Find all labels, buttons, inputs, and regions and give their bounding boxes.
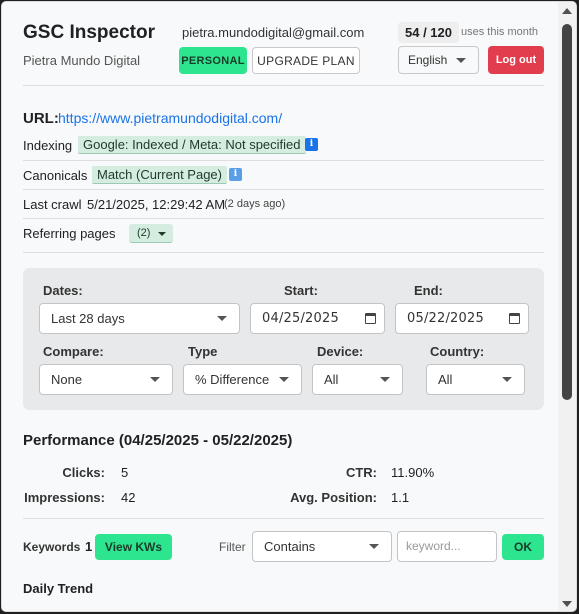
popup-content: GSC Inspector Pietra Mundo Digital pietr… <box>2 2 560 611</box>
calendar-icon[interactable] <box>509 313 520 324</box>
start-date-input[interactable]: 04/25/2025 <box>250 303 385 334</box>
ctr-label: CTR: <box>345 465 377 480</box>
keyword-filter-value: Contains <box>264 539 316 554</box>
plan-badge-label: PERSONAL <box>181 54 245 67</box>
divider <box>23 160 544 161</box>
scrollbar[interactable] <box>558 2 576 611</box>
start-date-label: Start: <box>284 283 318 298</box>
chevron-down-icon <box>369 544 379 549</box>
type-select[interactable]: % Difference <box>183 364 302 395</box>
avg-position-value: 1.1 <box>391 490 410 505</box>
view-keywords-label: View KWs <box>104 540 163 554</box>
keyword-input[interactable]: keyword... <box>397 531 497 562</box>
calendar-icon[interactable] <box>365 313 376 324</box>
indexing-label: Indexing <box>23 138 73 153</box>
language-select[interactable]: English <box>398 46 479 74</box>
ctr-value: 11.90% <box>391 465 435 480</box>
filters-panel: Dates: Last 28 days Start: 04/25/2025 En… <box>23 268 544 410</box>
url-label: URL: <box>23 110 59 127</box>
account-name: Pietra Mundo Digital <box>23 53 141 68</box>
last-crawl-ago: (2 days ago) <box>224 198 286 210</box>
keyword-ok-label: OK <box>514 540 532 554</box>
chevron-down-icon <box>380 377 390 382</box>
referring-pages-count: (2) <box>137 227 151 239</box>
keywords-label: Keywords <box>23 540 81 554</box>
referring-pages-label: Referring pages <box>23 226 116 241</box>
clicks-value: 5 <box>121 465 129 480</box>
keyword-filter-select[interactable]: Contains <box>252 531 392 562</box>
clicks-label: Clicks: <box>62 465 105 480</box>
usage-badge: 54 / 120 <box>398 22 459 43</box>
upgrade-plan-button[interactable]: UPGRADE PLAN <box>252 47 360 74</box>
scrollbar-thumb[interactable] <box>562 24 572 400</box>
upgrade-plan-label: UPGRADE PLAN <box>257 53 355 68</box>
view-keywords-button[interactable]: View KWs <box>95 534 172 560</box>
dates-label: Dates: <box>43 283 83 298</box>
chevron-down-icon <box>217 316 227 321</box>
chevron-down-icon <box>150 377 160 382</box>
impressions-label: Impressions: <box>24 490 105 505</box>
scroll-up-arrow-icon[interactable] <box>562 8 572 14</box>
keyword-ok-button[interactable]: OK <box>502 534 544 560</box>
performance-title: Performance (04/25/2025 - 05/22/2025) <box>23 432 293 449</box>
divider <box>23 189 544 190</box>
chevron-down-icon <box>502 377 512 382</box>
info-icon[interactable]: i <box>305 138 318 151</box>
compare-select[interactable]: None <box>39 364 173 395</box>
usage-label: uses this month <box>461 26 539 38</box>
canonicals-status-tag: Match (Current Page) <box>92 166 227 184</box>
device-value: All <box>324 372 339 387</box>
start-date-value: 04/25/2025 <box>262 311 339 326</box>
avg-position-label: Avg. Position: <box>290 490 377 505</box>
chevron-down-icon <box>456 58 466 63</box>
last-crawl-label: Last crawl <box>23 197 82 212</box>
last-crawl-time: 5/21/2025, 12:29:42 AM <box>87 197 226 212</box>
divider <box>23 518 544 519</box>
divider <box>23 218 544 219</box>
country-label: Country: <box>430 344 485 359</box>
dates-select[interactable]: Last 28 days <box>39 303 240 334</box>
scroll-down-arrow-icon[interactable] <box>562 601 572 607</box>
compare-value: None <box>51 372 83 387</box>
dates-value: Last 28 days <box>51 311 125 326</box>
plan-badge[interactable]: PERSONAL <box>179 47 247 74</box>
referring-pages-toggle[interactable]: (2) <box>129 224 173 243</box>
country-value: All <box>438 372 453 387</box>
user-email: pietra.mundodigital@gmail.com <box>182 25 365 40</box>
app-title: GSC Inspector <box>23 22 155 43</box>
divider <box>23 252 544 253</box>
canonicals-label: Canonicals <box>23 168 88 183</box>
impressions-value: 42 <box>121 490 136 505</box>
end-date-label: End: <box>414 283 443 298</box>
end-date-input[interactable]: 05/22/2025 <box>395 303 529 334</box>
extension-popup: GSC Inspector Pietra Mundo Digital pietr… <box>1 1 577 612</box>
chevron-down-icon <box>279 377 289 382</box>
device-select[interactable]: All <box>312 364 403 395</box>
type-label: Type <box>188 344 218 359</box>
logout-button[interactable]: Log out <box>488 46 544 74</box>
logout-label: Log out <box>495 54 537 66</box>
device-label: Device: <box>317 344 364 359</box>
inspected-url-link[interactable]: https://www.pietramundodigital.com/ <box>58 110 282 126</box>
keywords-count: 1 <box>85 539 93 554</box>
daily-trend-title: Daily Trend <box>23 581 94 596</box>
indexing-status-tag: Google: Indexed / Meta: Not specified <box>78 136 306 154</box>
end-date-value: 05/22/2025 <box>407 311 484 326</box>
info-icon[interactable]: i <box>229 168 242 181</box>
divider <box>23 85 544 86</box>
keyword-input-placeholder: keyword... <box>406 539 461 553</box>
caret-down-icon <box>158 232 166 236</box>
country-select[interactable]: All <box>426 364 525 395</box>
language-value: English <box>408 53 448 67</box>
filter-label: Filter <box>219 540 246 554</box>
type-value: % Difference <box>195 372 270 387</box>
compare-label: Compare: <box>43 344 104 359</box>
